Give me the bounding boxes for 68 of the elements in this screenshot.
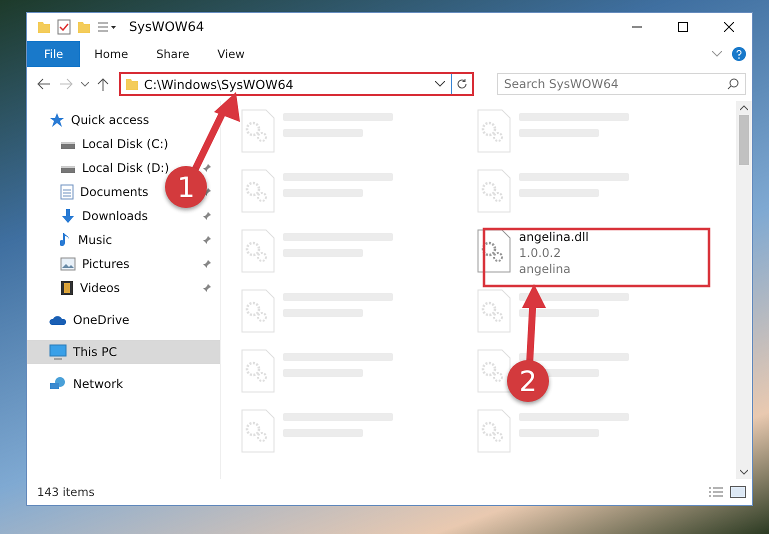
- cloud-icon: [49, 314, 67, 326]
- monitor-icon: [49, 344, 67, 360]
- sidebar-item[interactable]: Network: [49, 372, 124, 396]
- back-button[interactable]: [35, 76, 53, 92]
- gear-file-icon: [241, 169, 275, 213]
- customize-toolbar-icon[interactable]: [97, 21, 117, 33]
- gear-file-icon: [477, 169, 511, 213]
- close-icon: [724, 22, 734, 32]
- file-item[interactable]: angelina.dll 1.0.0.2 angelina: [477, 225, 589, 285]
- search-field[interactable]: Search SysWOW64: [497, 73, 746, 95]
- star-icon: [49, 112, 65, 128]
- sidebar-item[interactable]: Local Disk (C:): [60, 132, 168, 156]
- pin-icon[interactable]: [202, 235, 212, 245]
- folder-icon: [125, 77, 139, 91]
- pin-icon[interactable]: [202, 283, 212, 293]
- down-arrow-icon: [60, 208, 76, 224]
- chevron-down-icon[interactable]: [740, 469, 748, 475]
- large-icons-view-icon[interactable]: [730, 486, 746, 498]
- picture-icon: [60, 257, 76, 271]
- gear-file-icon: [477, 109, 511, 153]
- ribbon-tab[interactable]: View: [203, 41, 259, 67]
- gear-file-icon: [241, 409, 275, 453]
- gear-file-icon: [241, 349, 275, 393]
- gear-file-icon: [477, 289, 511, 333]
- scrollbar[interactable]: [736, 101, 752, 479]
- minimize-icon: [632, 26, 642, 28]
- sidebar-item[interactable]: OneDrive: [49, 308, 130, 332]
- left-arrow-icon: [37, 78, 51, 90]
- sidebar-item[interactable]: Downloads: [60, 204, 148, 228]
- chevron-down-icon[interactable]: [435, 81, 445, 87]
- help-icon[interactable]: [732, 47, 746, 61]
- file-version: 1.0.0.2: [519, 245, 562, 261]
- ribbon-tab[interactable]: Home: [80, 41, 142, 67]
- network-icon: [49, 376, 67, 392]
- sidebar-item[interactable]: Music: [60, 228, 112, 252]
- address-field[interactable]: C:\Windows\SysWOW64: [119, 72, 474, 96]
- ribbon-tab[interactable]: Share: [142, 41, 204, 67]
- file-company: angelina: [519, 261, 572, 277]
- pin-icon[interactable]: [202, 259, 212, 269]
- search-icon: [727, 78, 739, 90]
- pin-icon[interactable]: [202, 163, 212, 173]
- window-title: SysWOW64: [129, 20, 204, 34]
- sidebar-item[interactable]: Documents: [60, 180, 148, 204]
- chevron-down-icon: [81, 82, 89, 86]
- item-count: 143 items: [37, 485, 95, 499]
- gear-file-icon: [477, 409, 511, 453]
- gear-file-icon: [241, 109, 275, 153]
- chevron-up-icon[interactable]: [740, 105, 748, 111]
- right-arrow-icon: [59, 78, 73, 90]
- checklist-icon[interactable]: [57, 19, 71, 35]
- sidebar-item[interactable]: Pictures: [60, 252, 130, 276]
- up-arrow-icon: [97, 77, 109, 91]
- film-icon: [60, 280, 74, 296]
- sidebar-item[interactable]: Videos: [60, 276, 120, 300]
- folder-icon: [37, 20, 51, 34]
- recent-dropdown-button[interactable]: [79, 80, 91, 88]
- gear-file-icon: [241, 289, 275, 333]
- pin-icon[interactable]: [202, 211, 212, 221]
- file-name: angelina.dll: [519, 229, 589, 245]
- gear-file-icon: [477, 349, 511, 393]
- gear-file-icon: [241, 229, 275, 273]
- scrollbar-thumb[interactable]: [739, 115, 749, 165]
- document-icon: [60, 184, 74, 200]
- sidebar-item[interactable]: Quick access: [49, 108, 150, 132]
- details-view-icon[interactable]: [708, 486, 724, 498]
- refresh-icon: [456, 78, 468, 90]
- maximize-icon: [678, 22, 688, 32]
- ribbon-tab[interactable]: File: [27, 41, 80, 67]
